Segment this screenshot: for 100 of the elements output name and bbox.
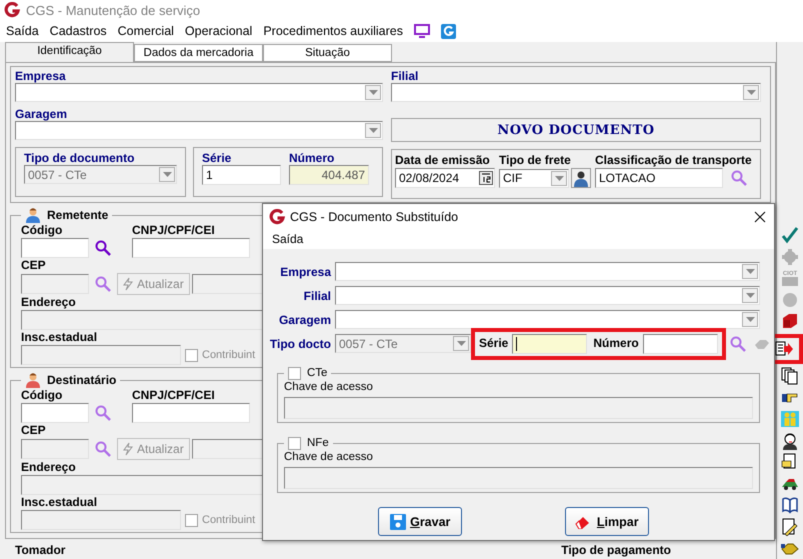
container-icon[interactable]	[781, 312, 799, 330]
field-label: Tipo de pagamento	[561, 544, 671, 557]
lightning-icon	[121, 277, 135, 291]
field-label: Filial	[302, 288, 331, 302]
checkbox-label: Contribuint	[202, 349, 256, 361]
documents-icon[interactable]	[781, 367, 799, 385]
tab[interactable]: Identificação	[5, 42, 134, 62]
checkbox[interactable]	[185, 514, 198, 526]
field-label: Série	[479, 337, 508, 350]
person-icon	[25, 207, 41, 223]
field-label: CEP	[21, 259, 46, 272]
caret-icon	[368, 128, 378, 133]
caret-icon	[746, 293, 754, 298]
book-icon[interactable]	[781, 496, 799, 514]
field-label: Garagem	[278, 312, 331, 326]
save-button[interactable]: Gravar	[378, 507, 462, 536]
menu-item[interactable]: Saída	[272, 232, 304, 246]
checkmark-icon[interactable]	[781, 226, 799, 244]
field-label: Tomador	[15, 544, 66, 557]
caret-icon	[554, 176, 564, 180]
date-field[interactable]: 02/08/2024	[395, 168, 495, 188]
person-icon[interactable]	[571, 168, 591, 188]
document-number-field[interactable]	[132, 238, 250, 258]
state-registration-field[interactable]	[21, 345, 181, 365]
field-label: Tipo de frete	[499, 152, 572, 168]
field-label: CNPJ/CPF/CEI	[132, 388, 215, 402]
field-label: Tipo docto	[268, 336, 331, 350]
clear-button[interactable]: Limpar	[564, 507, 649, 536]
field-label: Insc.estadual	[21, 496, 98, 509]
group-title: Destinatário	[47, 374, 116, 386]
field-label: CEP	[21, 424, 46, 437]
menu-item[interactable]: Operacional	[184, 24, 252, 38]
dialog-title: CGS - Documento Substituído	[290, 210, 460, 224]
field-label: Chave de acesso	[284, 380, 374, 394]
field-label: Empresa	[15, 69, 67, 83]
calendar-icon[interactable]	[479, 171, 493, 185]
field-label: Número	[289, 151, 336, 165]
field-label: Filial	[391, 69, 420, 83]
caret-icon	[746, 269, 754, 274]
field-label: Tipo de documento	[24, 151, 136, 165]
app-logo-icon[interactable]	[440, 24, 456, 38]
garage-dropdown[interactable]	[335, 310, 760, 329]
window-title: CGS - Manutenção de serviço	[26, 2, 200, 18]
field-label: Chave de acesso	[284, 450, 374, 464]
menu-item[interactable]: Cadastros	[50, 24, 107, 38]
company-dropdown[interactable]	[15, 83, 383, 102]
company-dropdown[interactable]	[335, 262, 760, 281]
checkbox[interactable]	[185, 348, 198, 362]
field-label: Endereço	[21, 461, 76, 474]
field-label: Garagem	[15, 107, 68, 121]
transport-class-field[interactable]: LOTACAO	[595, 168, 723, 188]
status-banner: NOVO DOCUMENTO	[391, 118, 761, 142]
tab[interactable]: Dados da mercadoria	[134, 44, 263, 62]
search-icon[interactable]	[95, 240, 111, 256]
state-registration-field[interactable]	[21, 510, 181, 530]
series-field[interactable]	[512, 334, 588, 354]
series-field[interactable]: 1	[202, 165, 281, 185]
document-pencil-icon[interactable]	[781, 518, 799, 536]
menu-item[interactable]: Comercial	[118, 24, 174, 38]
checkbox-label: Contribuint	[202, 514, 256, 526]
code-field[interactable]	[21, 238, 89, 258]
logo-icon	[4, 2, 20, 18]
document-arrow-icon[interactable]	[775, 340, 793, 358]
close-icon[interactable]	[754, 210, 766, 222]
checkbox-label: NFe	[307, 436, 329, 450]
checkbox-label: CTe	[307, 366, 328, 380]
garage-dropdown[interactable]	[15, 121, 383, 140]
field-label: Série	[202, 151, 232, 165]
logo-icon	[269, 208, 285, 224]
field-label: Código	[21, 223, 62, 237]
document-number-field[interactable]	[132, 403, 250, 423]
field-label: CNPJ/CPF/CEI	[132, 224, 215, 236]
zip-code-field[interactable]	[21, 439, 89, 459]
field-label: Empresa	[279, 264, 331, 278]
monitor-icon[interactable]	[414, 24, 430, 38]
menu-item[interactable]: Saída	[6, 24, 39, 38]
number-field[interactable]: 404.487	[289, 165, 369, 185]
caret-icon	[162, 172, 172, 177]
caret-icon	[368, 90, 378, 95]
field-label: Número	[593, 337, 639, 350]
freight-type-dropdown[interactable]: CIF	[499, 168, 569, 188]
code-field[interactable]	[21, 403, 89, 423]
branch-dropdown[interactable]	[335, 286, 760, 305]
person-icon[interactable]	[781, 432, 799, 450]
checkbox[interactable]	[288, 436, 301, 450]
field-label: Insc.estadual	[21, 331, 98, 344]
group-title: Remetente	[47, 208, 108, 222]
menu-item[interactable]: Procedimentos auxiliares	[263, 24, 403, 38]
access-key-field[interactable]	[284, 397, 753, 419]
field-label: Data de emissão	[395, 152, 491, 168]
access-key-field[interactable]	[284, 467, 753, 489]
field-label: Endereço	[21, 296, 76, 309]
caret-icon	[746, 90, 756, 95]
checkbox[interactable]	[288, 366, 301, 380]
tab[interactable]: Situação	[263, 44, 392, 62]
lightning-icon	[121, 442, 135, 456]
branch-dropdown[interactable]	[391, 83, 761, 102]
zip-code-field[interactable]	[21, 274, 89, 294]
number-field[interactable]	[642, 334, 718, 354]
floppy-icon	[390, 514, 406, 530]
